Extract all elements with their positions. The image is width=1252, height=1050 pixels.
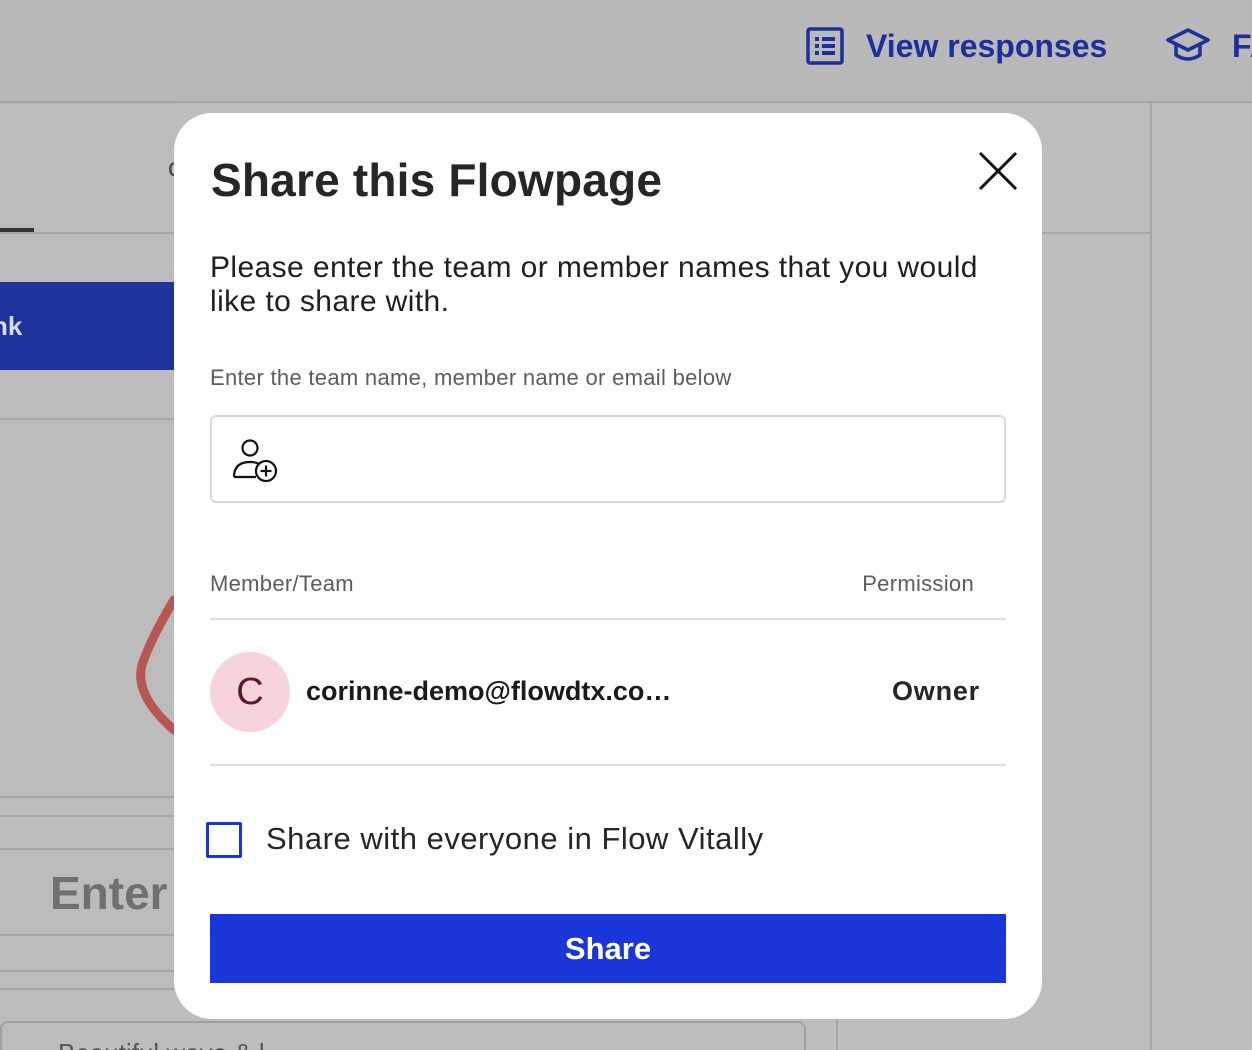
- divider: [0, 796, 174, 798]
- background-shape: [136, 595, 179, 735]
- member-email: corinne-demo@flowdtx.co…: [306, 676, 672, 706]
- background-card-text: Beautiful wave & l: [58, 1038, 265, 1050]
- view-responses-label: View responses: [866, 27, 1108, 64]
- divider: [0, 988, 174, 990]
- divider: [836, 1018, 838, 1050]
- share-everyone-label[interactable]: Share with everyone in Flow Vitally: [266, 821, 764, 857]
- avatar: C: [210, 652, 290, 732]
- list-icon: [806, 27, 844, 65]
- share-button[interactable]: Share: [210, 914, 1006, 983]
- member-row: C corinne-demo@flowdtx.co… Owner: [210, 652, 1006, 732]
- faq-label: FA: [1232, 27, 1252, 64]
- member-search-field[interactable]: [210, 415, 1006, 503]
- share-everyone-checkbox[interactable]: [206, 822, 242, 858]
- top-bar: View responses FA: [0, 0, 1252, 103]
- add-user-icon: [232, 437, 280, 488]
- view-responses-link[interactable]: View responses: [806, 22, 1107, 70]
- graduation-cap-icon: [1166, 26, 1210, 66]
- background-link-button[interactable]: nk: [0, 282, 174, 370]
- divider: [210, 618, 1006, 620]
- close-button[interactable]: [974, 147, 1022, 195]
- modal-title: Share this Flowpage: [211, 154, 663, 206]
- faq-link[interactable]: FA: [1166, 22, 1252, 70]
- member-permission: Owner: [891, 676, 980, 706]
- modal-description: Please enter the team or member names th…: [210, 251, 978, 318]
- member-column-header: Member/Team: [210, 571, 354, 596]
- background-input-text: Enter: [50, 867, 168, 919]
- right-panel-divider: [1150, 103, 1152, 1050]
- divider: [0, 970, 174, 972]
- divider: [210, 764, 1006, 766]
- member-search-input[interactable]: [292, 431, 992, 487]
- close-icon: [978, 151, 1018, 191]
- permission-column-header: Permission: [862, 571, 974, 596]
- share-modal: Share this Flowpage Please enter the tea…: [174, 113, 1042, 1019]
- divider: [0, 418, 174, 420]
- background-link-button-label: nk: [0, 310, 23, 341]
- search-field-label: Enter the team name, member name or emai…: [210, 365, 732, 390]
- divider: [0, 815, 174, 817]
